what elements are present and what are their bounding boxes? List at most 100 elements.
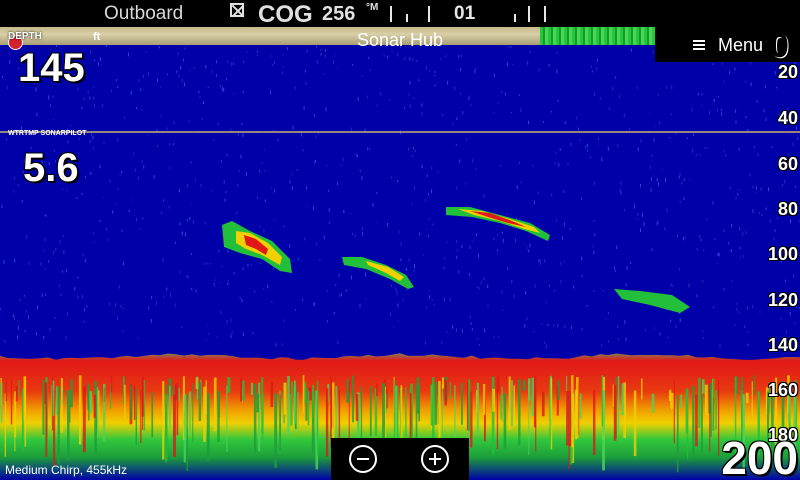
noise-dot [698,92,700,96]
noise-dot [92,232,94,235]
noise-dot [750,82,752,87]
noise-dot [502,238,504,243]
noise-dot [400,258,402,261]
noise-dot [706,147,708,150]
temperature-value[interactable]: 5.6 [23,146,79,191]
noise-dot [77,276,79,279]
bottom-streak [297,392,299,434]
noise-dot [122,307,124,310]
noise-dot [198,90,200,94]
noise-dot [117,188,119,191]
depth-value[interactable]: 145 [18,46,85,91]
noise-dot [55,247,57,251]
noise-dot [712,63,714,65]
noise-dot [586,143,588,148]
noise-dot [82,294,83,299]
noise-dot [357,97,359,101]
noise-dot [471,240,473,242]
source-label: Outboard [104,3,184,24]
noise-dot [421,164,423,169]
noise-dot [757,153,759,156]
noise-dot [713,306,715,308]
noise-dot [747,343,749,346]
bottom-streak [256,393,259,413]
bottom-streak [89,391,92,413]
noise-dot [340,293,342,297]
bottom-streak [130,385,132,420]
noise-dot [740,257,741,259]
noise-dot [431,166,433,170]
noise-dot [651,248,653,251]
bottom-streak [541,391,545,417]
bottom-streak [745,392,749,404]
noise-dot [100,63,102,66]
bottom-streak [496,388,499,450]
noise-dot [478,344,480,346]
noise-dot [738,311,740,314]
bottom-streak [10,380,13,425]
noise-dot [43,249,45,252]
noise-dot [718,252,720,257]
depth-scale-label: 120 [767,290,798,310]
noise-dot [590,65,592,68]
noise-dot [412,147,414,150]
cog-checkbox-icon[interactable] [230,3,244,17]
noise-dot [581,274,583,277]
bottom-streak [176,382,179,436]
noise-dot [325,107,327,112]
noise-dot [216,74,217,77]
noise-dot [236,211,238,214]
noise-dot [259,169,261,172]
noise-dot [142,74,144,79]
noise-dot [592,70,594,73]
bottom-streak [376,383,378,397]
noise-dot [493,73,495,78]
thermocline-line [0,131,800,133]
compass-tick [514,14,516,22]
noise-dot [470,322,472,325]
noise-dot [191,287,193,291]
noise-dot [408,259,410,263]
noise-dot [703,337,704,339]
noise-dot [148,305,150,310]
noise-dot [765,207,767,211]
noise-dot [560,280,562,284]
bottom-streak [124,384,126,419]
bottom-streak [178,388,180,402]
noise-dot [731,280,733,283]
bottom-streak [528,380,530,455]
noise-dot [166,127,168,131]
zoom-in-button[interactable] [421,445,449,473]
noise-dot [169,293,171,297]
noise-dot [458,55,460,58]
noise-dot [396,290,398,295]
noise-dot [256,196,258,199]
noise-dot [520,181,522,184]
noise-dot [243,60,244,63]
noise-dot [739,246,741,250]
noise-dot [556,69,558,74]
noise-dot [169,167,171,169]
bottom-streak [461,382,463,425]
noise-dot [240,154,242,159]
noise-dot [666,208,668,213]
noise-dot [426,228,428,230]
depth-unit: ft [93,31,101,43]
noise-dot [735,324,737,326]
bottom-streak [704,384,708,416]
noise-dot [557,99,559,102]
noise-dot [153,175,155,179]
noise-dot [434,74,436,77]
noise-dot [679,318,681,322]
noise-dot [340,164,342,166]
range-value[interactable]: 200 [721,431,798,480]
noise-dot [431,299,433,302]
noise-dot [93,96,94,100]
noise-dot [74,287,76,291]
noise-dot [49,327,51,332]
sonar-echogram[interactable] [0,45,800,480]
bottom-streak [42,380,45,435]
zoom-out-button[interactable] [349,445,377,473]
bottom-streak [304,382,307,404]
bottom-streak [241,380,245,401]
